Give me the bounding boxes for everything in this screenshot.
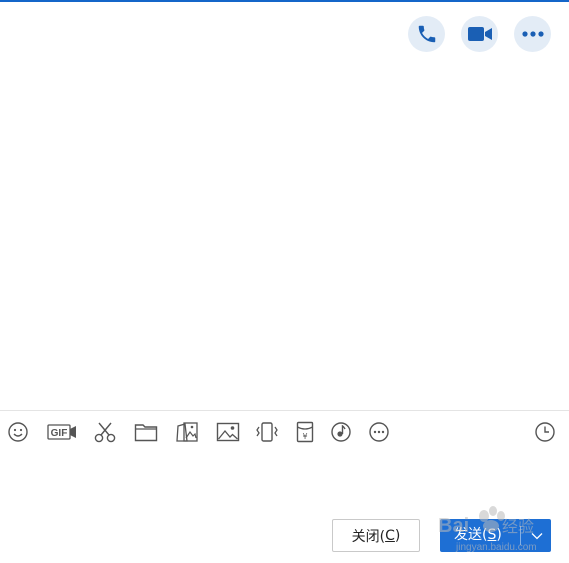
gif-icon: GIF: [47, 424, 76, 440]
history-clock-icon: [535, 422, 555, 442]
phone-icon: [418, 25, 435, 43]
send-button-separator: [520, 526, 521, 545]
more-actions-button[interactable]: [514, 16, 551, 52]
send-button-suffix: ): [496, 527, 502, 543]
svg-text:¥: ¥: [302, 432, 307, 441]
emoji-icon: [8, 422, 28, 442]
screenshot-button[interactable]: [92, 420, 118, 444]
send-image-button[interactable]: [215, 420, 241, 444]
music-icon: [331, 422, 351, 442]
send-button-label-group: 发送(S): [454, 519, 502, 552]
image-icon: [216, 422, 240, 442]
photo-album-button[interactable]: [174, 420, 200, 444]
send-file-button[interactable]: [133, 420, 159, 444]
message-history-button[interactable]: [532, 420, 558, 444]
svg-text:GIF: GIF: [51, 428, 68, 439]
video-call-button[interactable]: [461, 16, 498, 52]
send-button[interactable]: 发送(S): [440, 519, 551, 552]
message-history-area[interactable]: [0, 58, 569, 410]
scissors-icon: [94, 422, 116, 443]
close-button[interactable]: 关闭(C): [332, 519, 420, 552]
toolbar-divider: [0, 410, 569, 411]
folder-icon: [134, 424, 158, 442]
gif-button[interactable]: GIF: [46, 420, 78, 444]
vibrate-icon: [256, 422, 278, 442]
photo-album-icon: [176, 422, 198, 442]
send-options-dropdown[interactable]: [523, 519, 551, 552]
more-tools-button[interactable]: [366, 420, 392, 444]
vibrate-button[interactable]: [254, 420, 280, 444]
video-camera-icon: [467, 27, 492, 41]
send-button-label: 发送(: [454, 527, 488, 543]
more-icon: [521, 31, 544, 37]
chevron-down-icon: [531, 532, 543, 539]
message-input[interactable]: [0, 452, 569, 512]
voice-call-button[interactable]: [408, 16, 445, 52]
music-button[interactable]: [328, 420, 354, 444]
more-options-icon: [369, 422, 389, 442]
red-packet-icon: ¥: [296, 421, 314, 443]
close-button-label: 关闭(: [351, 528, 386, 545]
emoji-button[interactable]: [5, 420, 31, 444]
window-top-accent: [0, 0, 569, 2]
close-button-mnemonic: C: [385, 527, 395, 544]
close-button-suffix: ): [394, 527, 401, 544]
red-packet-button[interactable]: ¥: [292, 420, 318, 444]
